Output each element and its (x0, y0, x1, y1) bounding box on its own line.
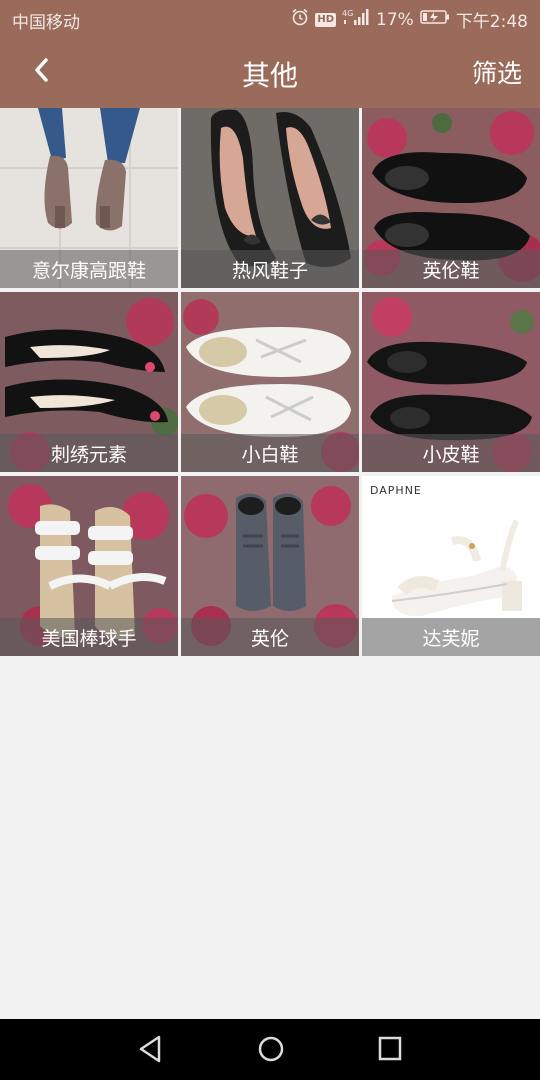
carrier-name: 中国移动 (12, 13, 80, 33)
grid-item-british-style[interactable]: 英伦 (181, 476, 359, 656)
status-bar: 中国移动 HD 4G 17% 下午2:48 (0, 0, 540, 36)
item-caption: 小白鞋 (181, 434, 359, 472)
album-grid: 意尔康高跟鞋 热风鞋子 英伦鞋 刺绣元素 小白鞋 小皮鞋 美国棒球手 英伦 DA… (0, 108, 540, 656)
grid-item-white-sneakers[interactable]: 小白鞋 (181, 292, 359, 472)
title-bar: 其他 筛选 (0, 36, 540, 108)
item-caption: 英伦 (181, 618, 359, 656)
system-nav-bar (0, 1019, 540, 1080)
grid-item-embroidery[interactable]: 刺绣元素 (0, 292, 178, 472)
grid-item-baseball-sandals[interactable]: 美国棒球手 (0, 476, 178, 656)
daphne-brand-text: DAPHNE (370, 484, 422, 497)
filter-button[interactable]: 筛选 (472, 54, 522, 90)
page-title: 其他 (241, 59, 298, 92)
item-caption: 刺绣元素 (0, 434, 178, 472)
grid-item-british-shoes[interactable]: 英伦鞋 (362, 108, 540, 288)
app-header: 中国移动 HD 4G 17% 下午2:48 其他 筛选 (0, 0, 540, 108)
item-caption: 美国棒球手 (0, 618, 178, 656)
back-triangle-icon[interactable] (137, 1034, 163, 1068)
home-circle-icon[interactable] (257, 1034, 285, 1068)
grid-item-yierkang-heels[interactable]: 意尔康高跟鞋 (0, 108, 178, 288)
grid-item-refeng-shoes[interactable]: 热风鞋子 (181, 108, 359, 288)
battery-percent: 17% (376, 9, 414, 30)
alarm-icon (291, 8, 309, 31)
item-caption: 热风鞋子 (181, 250, 359, 288)
grid-item-leather-shoes[interactable]: 小皮鞋 (362, 292, 540, 472)
item-caption: 意尔康高跟鞋 (0, 250, 178, 288)
item-caption: 英伦鞋 (362, 250, 540, 288)
signal-4g-icon: 4G (342, 8, 370, 31)
battery-icon (420, 9, 450, 30)
status-icons: HD 4G 17% 下午2:48 (291, 7, 528, 32)
item-caption: 小皮鞋 (362, 434, 540, 472)
grid-item-daphne[interactable]: DAPHNE 达芙妮 (362, 476, 540, 656)
item-caption: 达芙妮 (362, 618, 540, 656)
svg-text:4G: 4G (342, 9, 353, 18)
clock-time: 下午2:48 (455, 12, 528, 32)
hd-icon: HD (315, 12, 337, 27)
recents-square-icon[interactable] (377, 1034, 403, 1068)
